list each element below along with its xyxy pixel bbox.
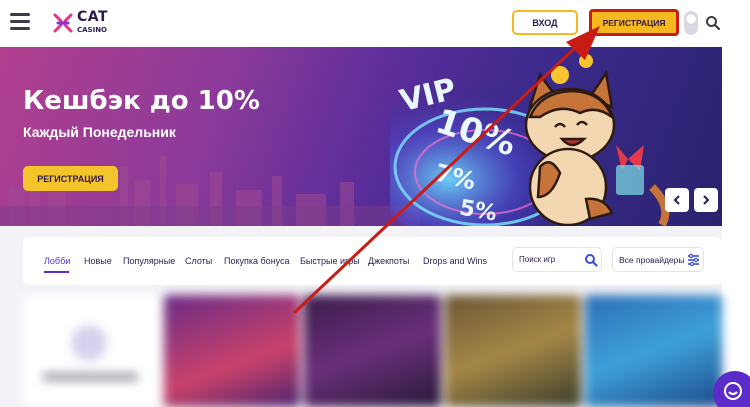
logo-subtitle: CASINO bbox=[77, 25, 108, 34]
game-tile[interactable] bbox=[304, 295, 441, 407]
theme-toggle[interactable] bbox=[684, 11, 698, 35]
banner-next-button[interactable] bbox=[694, 188, 718, 212]
search-icon[interactable] bbox=[705, 15, 721, 31]
tab-slots[interactable]: Слоты bbox=[185, 256, 212, 266]
chevron-right-icon bbox=[703, 195, 710, 205]
tab-popular[interactable]: Популярные bbox=[123, 256, 175, 266]
chevron-left-icon bbox=[673, 195, 680, 205]
banner-prev-button[interactable] bbox=[665, 188, 689, 212]
game-tile[interactable] bbox=[23, 295, 160, 407]
banner-register-button[interactable]: РЕГИСТРАЦИЯ bbox=[23, 166, 118, 191]
tab-lobby[interactable]: Лобби bbox=[44, 256, 70, 266]
gift-bow bbox=[616, 145, 644, 195]
login-button[interactable]: ВХОД bbox=[512, 10, 578, 35]
page: CAT CASINO ВХОД РЕГИСТРАЦИЯ Кешбэк до 10… bbox=[0, 0, 750, 407]
providers-label: Все провайдеры bbox=[619, 255, 685, 265]
menu-icon[interactable] bbox=[10, 13, 30, 31]
games-grid bbox=[23, 295, 722, 407]
tab-new[interactable]: Новые bbox=[84, 256, 112, 266]
side-strip bbox=[722, 47, 750, 407]
game-tile[interactable] bbox=[163, 295, 301, 407]
filter-icon bbox=[688, 253, 699, 267]
providers-filter[interactable]: Все провайдеры bbox=[612, 247, 704, 272]
header: CAT CASINO ВХОД РЕГИСТРАЦИЯ bbox=[0, 0, 750, 47]
chat-icon bbox=[724, 382, 742, 400]
cat-logo-icon bbox=[53, 13, 73, 33]
search-icon[interactable] bbox=[584, 253, 598, 267]
tab-drops-and-wins[interactable]: Drops and Wins bbox=[423, 256, 487, 266]
cat-mascot bbox=[524, 69, 670, 226]
game-search-input[interactable]: Поиск игр bbox=[512, 247, 602, 272]
search-placeholder: Поиск игр bbox=[519, 255, 556, 264]
game-tile[interactable] bbox=[444, 295, 582, 407]
banner-subtitle: Каждый Понедельник bbox=[23, 124, 176, 140]
logo-title: CAT bbox=[77, 8, 109, 25]
tab-bonus-buy[interactable]: Покупка бонуса bbox=[224, 256, 290, 266]
logo[interactable]: CAT CASINO bbox=[52, 10, 108, 36]
register-button[interactable]: РЕГИСТРАЦИЯ bbox=[589, 9, 679, 36]
tab-fast-games[interactable]: Быстрые игры bbox=[300, 256, 360, 266]
support-chat-button[interactable] bbox=[713, 371, 750, 407]
promo-banner[interactable]: Кешбэк до 10% Каждый Понедельник РЕГИСТР… bbox=[0, 47, 722, 226]
active-tab-indicator bbox=[44, 271, 69, 273]
category-bar: Лобби Новые Популярные Слоты Покупка бон… bbox=[23, 237, 722, 285]
game-tile[interactable] bbox=[585, 295, 722, 407]
tab-jackpots[interactable]: Джекпоты bbox=[368, 256, 409, 266]
banner-title: Кешбэк до 10% bbox=[23, 86, 260, 116]
